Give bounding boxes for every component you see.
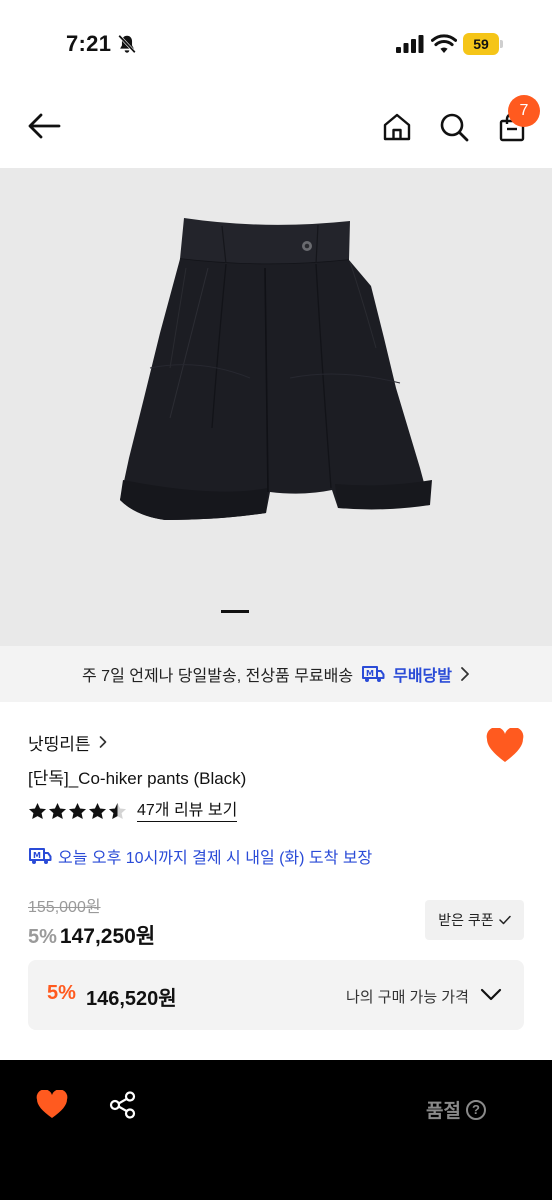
cellular-signal-icon [396, 35, 424, 53]
delivery-truck-icon: M [29, 848, 52, 864]
arrow-left-icon [28, 113, 61, 139]
product-title: [단독]_Co-hiker pants (Black) [28, 769, 247, 788]
delivery-banner[interactable]: 주 7일 언제나 당일발송, 전상품 무료배송 M 무배당발 [0, 646, 552, 702]
star-icon [48, 802, 67, 820]
my-purchase-price-box[interactable]: 5% 146,520원 나의 구매 가능 가격 [28, 960, 524, 1030]
original-price: 155,000원 [28, 899, 101, 916]
search-button[interactable] [434, 107, 474, 147]
share-button[interactable] [108, 1090, 138, 1120]
product-image-gallery[interactable] [0, 168, 552, 646]
svg-text:M: M [366, 669, 374, 678]
delivery-banner-text: 주 7일 언제나 당일발송, 전상품 무료배송 [82, 668, 354, 685]
search-icon [440, 113, 469, 142]
soldout-label: 품절 [426, 1101, 461, 1122]
coupon-button-label: 받은 쿠폰 [438, 912, 494, 928]
wifi-icon [431, 34, 457, 53]
heart-icon [36, 1090, 68, 1118]
star-icon [88, 802, 107, 820]
free-delivery-badge: 무배당발 [393, 668, 452, 685]
brand-name: 낫띵리튼 [28, 734, 91, 754]
sale-price: 147,250원 [59, 925, 156, 948]
product-image [120, 218, 432, 520]
star-icon [28, 802, 47, 820]
battery-icon: 59 [463, 33, 503, 55]
star-rating [28, 802, 127, 820]
chevron-down-icon [480, 988, 502, 1001]
chevron-right-icon [99, 736, 106, 748]
status-bar: 7:21 59 [0, 0, 552, 90]
my-price-label: 나의 구매 가능 가격 [346, 989, 469, 1006]
review-link[interactable]: 47개 리뷰 보기 [137, 801, 238, 822]
star-icon [68, 802, 87, 820]
bottom-like-button[interactable] [36, 1090, 68, 1120]
brand-link[interactable]: 낫띵리튼 [28, 730, 107, 754]
heart-icon [486, 728, 524, 762]
check-icon [498, 915, 511, 925]
my-purchase-price: 146,520원 [86, 988, 177, 1010]
app-header [0, 90, 552, 168]
soldout-status: 품절 ? [426, 1096, 486, 1123]
share-icon [109, 1091, 136, 1119]
my-discount-rate: 5% [47, 982, 76, 1004]
rating-row: 47개 리뷰 보기 [28, 799, 238, 823]
like-button[interactable] [486, 728, 524, 764]
cart-count-badge: 7 [508, 95, 540, 127]
home-icon [383, 113, 411, 141]
svg-text:M: M [33, 851, 41, 860]
bottom-action-bar: 품절 ? [0, 1060, 552, 1200]
delivery-truck-icon: M [362, 666, 385, 682]
price-row: 5% 147,250원 [28, 920, 155, 950]
back-button[interactable] [24, 106, 64, 146]
gallery-page-indicator [221, 610, 249, 613]
arrival-text: 오늘 오후 10시까지 결제 시 내일 (화) 도착 보장 [58, 850, 373, 867]
star-half-icon [108, 802, 127, 820]
received-coupon-button[interactable]: 받은 쿠폰 [425, 900, 524, 940]
help-icon[interactable]: ? [465, 1099, 486, 1120]
discount-rate: 5% [28, 926, 57, 948]
status-time: 7:21 [66, 31, 112, 56]
battery-level: 59 [473, 36, 489, 52]
chevron-right-icon [461, 667, 469, 681]
bell-slash-icon [118, 34, 136, 54]
home-button[interactable] [377, 107, 417, 147]
arrival-guarantee: M 오늘 오후 10시까지 결제 시 내일 (화) 도착 보장 [28, 844, 372, 868]
